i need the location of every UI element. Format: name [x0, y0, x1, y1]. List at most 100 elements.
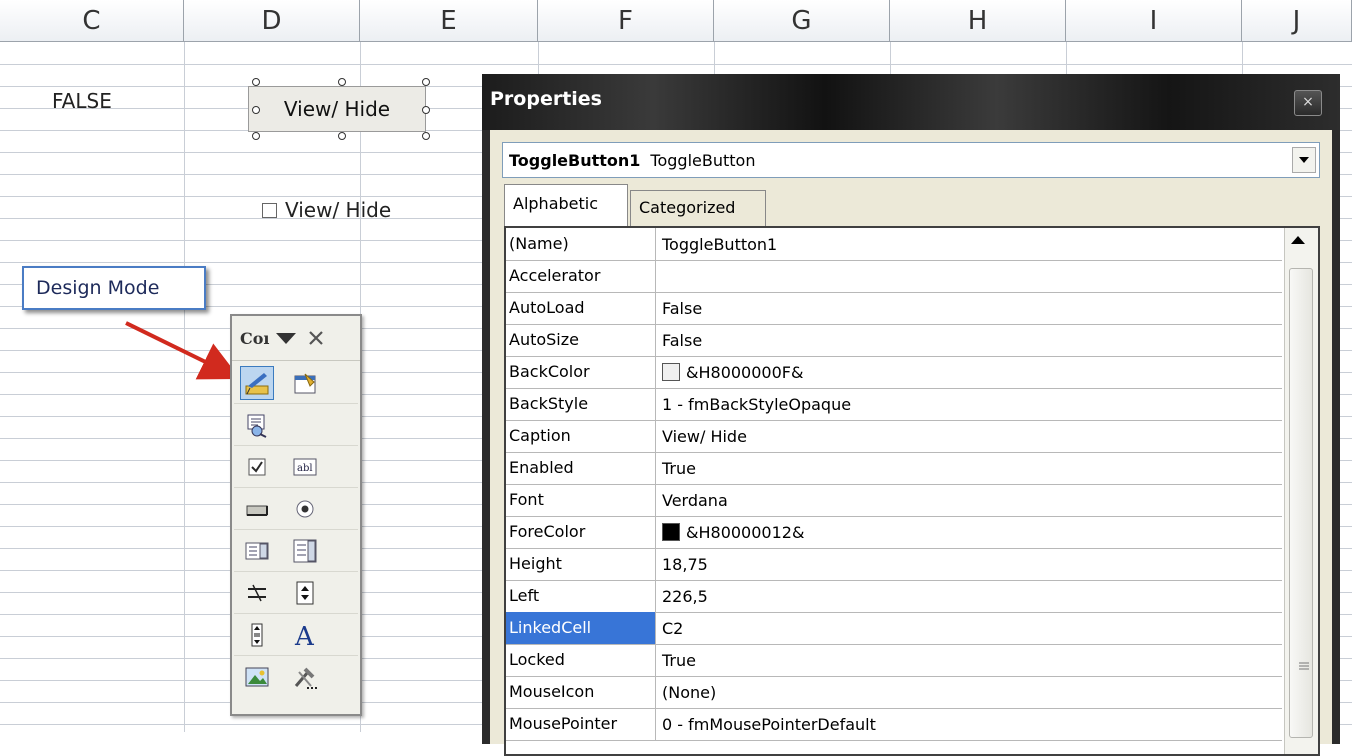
object-name: ToggleButton1 — [509, 150, 641, 170]
property-value[interactable]: (None) — [658, 676, 716, 708]
property-row[interactable]: BackColor &H8000000F& — [506, 356, 1282, 389]
tab-categorized[interactable]: Categorized — [630, 190, 766, 226]
property-row[interactable]: BackStyle 1 - fmBackStyleOpaque — [506, 388, 1282, 421]
design-mode-icon[interactable] — [240, 365, 274, 400]
close-icon[interactable] — [307, 329, 325, 347]
property-name[interactable]: Caption — [506, 420, 656, 452]
control-toolbox[interactable]: Coı abl A — [230, 314, 362, 716]
toggle-button-control[interactable]: View/ Hide — [248, 86, 426, 132]
property-row[interactable]: (Name) ToggleButton1 — [506, 228, 1282, 261]
property-row[interactable]: LinkedCell C2 — [506, 612, 1282, 645]
property-value[interactable]: C2 — [658, 612, 683, 644]
column-header-i[interactable]: I — [1066, 0, 1242, 42]
property-value[interactable]: 1 - fmBackStyleOpaque — [658, 388, 851, 420]
image-icon[interactable] — [240, 660, 274, 694]
list-box-icon[interactable] — [240, 534, 274, 568]
property-row[interactable]: Accelerator — [506, 260, 1282, 293]
property-value[interactable]: ToggleButton1 — [658, 228, 777, 260]
properties-close-button[interactable]: × — [1294, 90, 1322, 116]
spin-button-icon[interactable] — [288, 576, 322, 610]
property-name[interactable]: MousePointer — [506, 708, 656, 740]
property-name[interactable]: (Name) — [506, 228, 656, 260]
property-row[interactable]: Left 226,5 — [506, 580, 1282, 613]
checkbox-label: View/ Hide — [285, 198, 392, 222]
property-value[interactable] — [658, 260, 662, 292]
toolbox-titlebar[interactable]: Coı — [232, 316, 360, 361]
resize-handle[interactable] — [422, 106, 430, 114]
properties-body: ToggleButton1 ToggleButton Categorized A… — [490, 130, 1332, 756]
property-value[interactable]: False — [658, 292, 702, 324]
property-row[interactable]: AutoSize False — [506, 324, 1282, 357]
scroll-up-icon[interactable] — [1291, 236, 1305, 244]
property-value[interactable]: 226,5 — [658, 580, 708, 612]
property-name[interactable]: Font — [506, 484, 656, 516]
property-name[interactable]: Locked — [506, 644, 656, 676]
chevron-down-icon[interactable] — [1292, 147, 1316, 173]
property-name[interactable]: Left — [506, 580, 656, 612]
property-name[interactable]: ForeColor — [506, 516, 656, 548]
resize-handle[interactable] — [338, 78, 346, 86]
property-value[interactable]: True — [658, 644, 696, 676]
properties-icon[interactable] — [288, 366, 322, 400]
property-value[interactable]: &H8000000F& — [658, 356, 803, 388]
svg-text:abl: abl — [297, 463, 313, 474]
property-value[interactable]: True — [658, 452, 696, 484]
combo-box-icon[interactable] — [288, 534, 322, 568]
scroll-bar-icon[interactable] — [240, 618, 274, 652]
properties-titlebar[interactable]: Properties × — [482, 74, 1340, 130]
text-box-icon[interactable]: abl — [288, 450, 322, 484]
property-row[interactable]: Caption View/ Hide — [506, 420, 1282, 453]
property-scrollbar[interactable] — [1284, 228, 1318, 754]
property-row[interactable]: Enabled True — [506, 452, 1282, 485]
property-name[interactable]: AutoLoad — [506, 292, 656, 324]
resize-handle[interactable] — [422, 132, 430, 140]
command-button-icon[interactable] — [240, 492, 274, 526]
object-type: ToggleButton — [650, 150, 756, 170]
tab-alphabetic[interactable]: Alphabetic — [504, 184, 628, 226]
property-grid[interactable]: (Name) ToggleButton1 Accelerator AutoLoa… — [504, 226, 1320, 756]
property-name[interactable]: BackColor — [506, 356, 656, 388]
more-controls-icon[interactable] — [288, 660, 322, 694]
dropdown-icon[interactable] — [275, 331, 297, 345]
properties-title: Properties — [490, 88, 602, 110]
object-selector[interactable]: ToggleButton1 ToggleButton — [502, 142, 1320, 178]
toolbox-title: Coı — [240, 328, 270, 348]
view-code-icon[interactable] — [240, 408, 274, 442]
property-name-selected[interactable]: LinkedCell — [506, 612, 656, 644]
property-name[interactable]: BackStyle — [506, 388, 656, 420]
column-header-j[interactable]: J — [1242, 0, 1352, 42]
resize-handle[interactable] — [422, 78, 430, 86]
check-box-icon[interactable] — [240, 450, 274, 484]
resize-handle[interactable] — [338, 132, 346, 140]
property-name[interactable]: Accelerator — [506, 260, 656, 292]
property-name[interactable]: Enabled — [506, 452, 656, 484]
property-name[interactable]: AutoSize — [506, 324, 656, 356]
property-value[interactable]: False — [658, 324, 702, 356]
column-header-e[interactable]: E — [360, 0, 538, 42]
column-header-g[interactable]: G — [714, 0, 890, 42]
property-row[interactable]: Locked True — [506, 644, 1282, 677]
property-row[interactable]: ForeColor &H80000012& — [506, 516, 1282, 549]
property-value[interactable]: &H80000012& — [658, 516, 804, 548]
toggle-button-icon[interactable] — [240, 576, 274, 610]
property-row[interactable]: Height 18,75 — [506, 548, 1282, 581]
property-value[interactable]: Verdana — [658, 484, 728, 516]
properties-window[interactable]: Properties × ToggleButton1 ToggleButton … — [482, 74, 1340, 756]
option-button-icon[interactable] — [288, 492, 322, 526]
property-row[interactable]: MousePointer 0 - fmMousePointerDefault — [506, 708, 1282, 741]
property-value[interactable]: View/ Hide — [658, 420, 747, 452]
property-name[interactable]: Height — [506, 548, 656, 580]
column-header-h[interactable]: H — [890, 0, 1066, 42]
property-name[interactable]: MouseIcon — [506, 676, 656, 708]
property-value[interactable]: 18,75 — [658, 548, 708, 580]
checkbox-box[interactable] — [262, 202, 277, 218]
checkbox-control[interactable]: View/ Hide — [262, 198, 391, 222]
property-row[interactable]: Font Verdana — [506, 484, 1282, 517]
svg-text:A: A — [294, 622, 315, 648]
property-row[interactable]: AutoLoad False — [506, 292, 1282, 325]
column-header-f[interactable]: F — [538, 0, 714, 42]
scroll-thumb[interactable] — [1289, 268, 1313, 738]
label-icon[interactable]: A — [288, 618, 322, 652]
property-value[interactable]: 0 - fmMousePointerDefault — [658, 708, 876, 740]
property-row[interactable]: MouseIcon (None) — [506, 676, 1282, 709]
